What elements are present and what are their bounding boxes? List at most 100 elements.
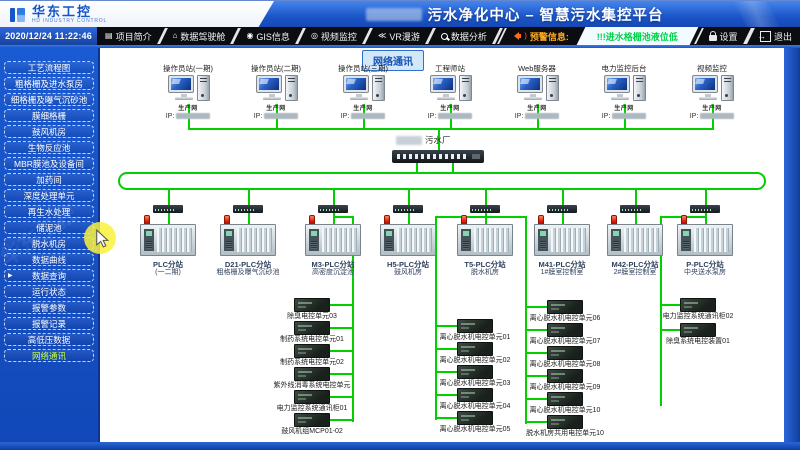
device-box[interactable]: [457, 319, 493, 333]
sidebar-item-10[interactable]: 储泥池: [4, 221, 94, 234]
alarm-message-banner[interactable]: !!!进水格栅池液位低: [576, 27, 698, 45]
menu-item-1[interactable]: ⌂数据驾驶舱: [165, 27, 234, 45]
logo-title: 华东工控: [32, 5, 107, 18]
workstation-label: 工程师站: [405, 64, 495, 73]
plc-rack-icon-1[interactable]: [220, 224, 276, 256]
device-box[interactable]: [457, 388, 493, 402]
sidebar-item-label: 膜细格栅: [32, 111, 66, 121]
device-box[interactable]: [680, 323, 716, 337]
sidebar-item-17[interactable]: 高低压数据: [4, 333, 94, 346]
sidebar-item-label: 鼓风机房: [32, 127, 66, 137]
settings-button[interactable]: 设置: [701, 27, 746, 45]
sidebar-item-8[interactable]: 深度处理单元: [4, 189, 94, 202]
sidebar-item-1[interactable]: 粗格栅及进水泵房: [4, 77, 94, 90]
workstation-icon: [341, 75, 385, 101]
sidebar-item-18[interactable]: 网络通讯: [4, 349, 94, 362]
alarm-info-button[interactable]: ) 预警信息:: [504, 27, 577, 45]
device-box[interactable]: [547, 323, 583, 337]
location-pin-icon: ◉: [246, 32, 253, 40]
sidebar-item-3[interactable]: 膜细格栅: [4, 109, 94, 122]
workstation-0[interactable]: 操作员站(一期)生产网IP:: [143, 64, 233, 121]
network-line: [435, 325, 457, 327]
device-box[interactable]: [294, 344, 330, 358]
ip-address-row: IP:: [231, 113, 321, 121]
plc-rack-icon-7[interactable]: [677, 224, 733, 256]
exit-button[interactable]: 退出: [752, 27, 800, 45]
sidebar-item-9[interactable]: 再生水处理: [4, 205, 94, 218]
plc-io-slots: [237, 228, 272, 252]
sidebar-item-16[interactable]: 报警记录: [4, 317, 94, 330]
sidebar-item-7[interactable]: 加药间: [4, 173, 94, 186]
device-box[interactable]: [457, 365, 493, 379]
sidebar-item-4[interactable]: 鼓风机房: [4, 125, 94, 138]
network-type-label: 生产网: [405, 106, 495, 113]
lock-icon: [709, 35, 717, 41]
device-label: 制药系统电控单元02: [252, 359, 372, 367]
plc-io-slots: [157, 228, 192, 252]
core-switch-icon[interactable]: [392, 150, 484, 163]
menu-item-3[interactable]: ◎视频监控: [303, 27, 365, 45]
plc-rack-icon-3[interactable]: [380, 224, 436, 256]
sidebar-item-12[interactable]: 数据曲线: [4, 253, 94, 266]
menu-item-label: 视频监控: [321, 30, 357, 43]
plc-rack-icon-4[interactable]: [457, 224, 513, 256]
device-box[interactable]: [294, 367, 330, 381]
device-box[interactable]: [547, 369, 583, 383]
sidebar-item-13[interactable]: ▶数据查询: [4, 269, 94, 282]
device-box[interactable]: [547, 346, 583, 360]
plc-name-label: P-PLC分站: [660, 260, 750, 269]
device-label: 离心脱水机电控单元10: [505, 407, 625, 415]
workstation-6[interactable]: 视频监控生产网IP:: [667, 64, 757, 121]
workstation-icon: [254, 75, 298, 101]
network-line: [168, 188, 170, 206]
device-box[interactable]: [547, 392, 583, 406]
device-box[interactable]: [294, 390, 330, 404]
sidebar-item-11[interactable]: 脱水机房: [4, 237, 94, 250]
plc-rack-icon-5[interactable]: [534, 224, 590, 256]
plc-rack-icon-2[interactable]: [305, 224, 361, 256]
menu-item-4[interactable]: ≪VR漫游: [370, 27, 428, 45]
device-box[interactable]: [547, 415, 583, 429]
menu-item-2[interactable]: ◉GIS信息: [238, 27, 298, 45]
menu-item-label: 数据驾驶舱: [180, 30, 225, 43]
redacted-ip-value: [264, 113, 298, 119]
plant-switch-label-text: 污水厂: [425, 134, 451, 146]
device-box[interactable]: [294, 298, 330, 312]
sidebar-item-5[interactable]: 生物反应池: [4, 141, 94, 154]
device-box[interactable]: [294, 321, 330, 335]
menu-item-0[interactable]: ▤项目简介: [97, 27, 160, 45]
device-box[interactable]: [457, 342, 493, 356]
exit-label: 退出: [774, 30, 792, 43]
menu-item-5[interactable]: 数据分析: [433, 27, 495, 45]
plc-rack-icon-0[interactable]: [140, 224, 196, 256]
device-box[interactable]: [547, 300, 583, 314]
sidebar-item-label: 生物反应池: [28, 143, 71, 153]
computer-tower-icon: [546, 75, 559, 101]
sidebar-item-15[interactable]: 报警参数: [4, 301, 94, 314]
workstation-3[interactable]: 工程师站生产网IP:: [405, 64, 495, 121]
workstation-1[interactable]: 操作员站(二期)生产网IP:: [231, 64, 321, 121]
sidebar-item-14[interactable]: 运行状态: [4, 285, 94, 298]
workstation-5[interactable]: 电力监控后台生产网IP:: [579, 64, 669, 121]
monitor-icon: [692, 75, 718, 93]
workstation-2[interactable]: 操作员站(三期)生产网IP:: [318, 64, 408, 121]
exit-icon: [760, 31, 771, 42]
sidebar-item-6[interactable]: MBR膜池及设备间: [4, 157, 94, 170]
device-box[interactable]: [457, 411, 493, 425]
plc-location-label: (一二期): [123, 269, 213, 277]
ip-label: IP:: [515, 113, 524, 120]
sidebar-item-label: 脱水机房: [32, 239, 66, 249]
plc-cpu-module: [461, 229, 471, 251]
device-label: 脱水机房共用电控单元10: [505, 430, 625, 438]
network-line: [330, 304, 352, 306]
device-box[interactable]: [680, 298, 716, 312]
device-box[interactable]: [294, 413, 330, 427]
page-title: 污水净化中心 – 智慧污水集控平台: [300, 1, 730, 28]
sidebar-item-2[interactable]: 细格栅及曝气沉砂池: [4, 93, 94, 106]
workstation-4[interactable]: Web服务器生产网IP:: [492, 64, 582, 121]
camera-target-icon: ◎: [311, 32, 318, 40]
sidebar-item-0[interactable]: 工艺流程图: [4, 61, 94, 74]
plc-rack-icon-6[interactable]: [607, 224, 663, 256]
redacted-ip-value: [525, 113, 559, 119]
workstation-icon: [428, 75, 472, 101]
